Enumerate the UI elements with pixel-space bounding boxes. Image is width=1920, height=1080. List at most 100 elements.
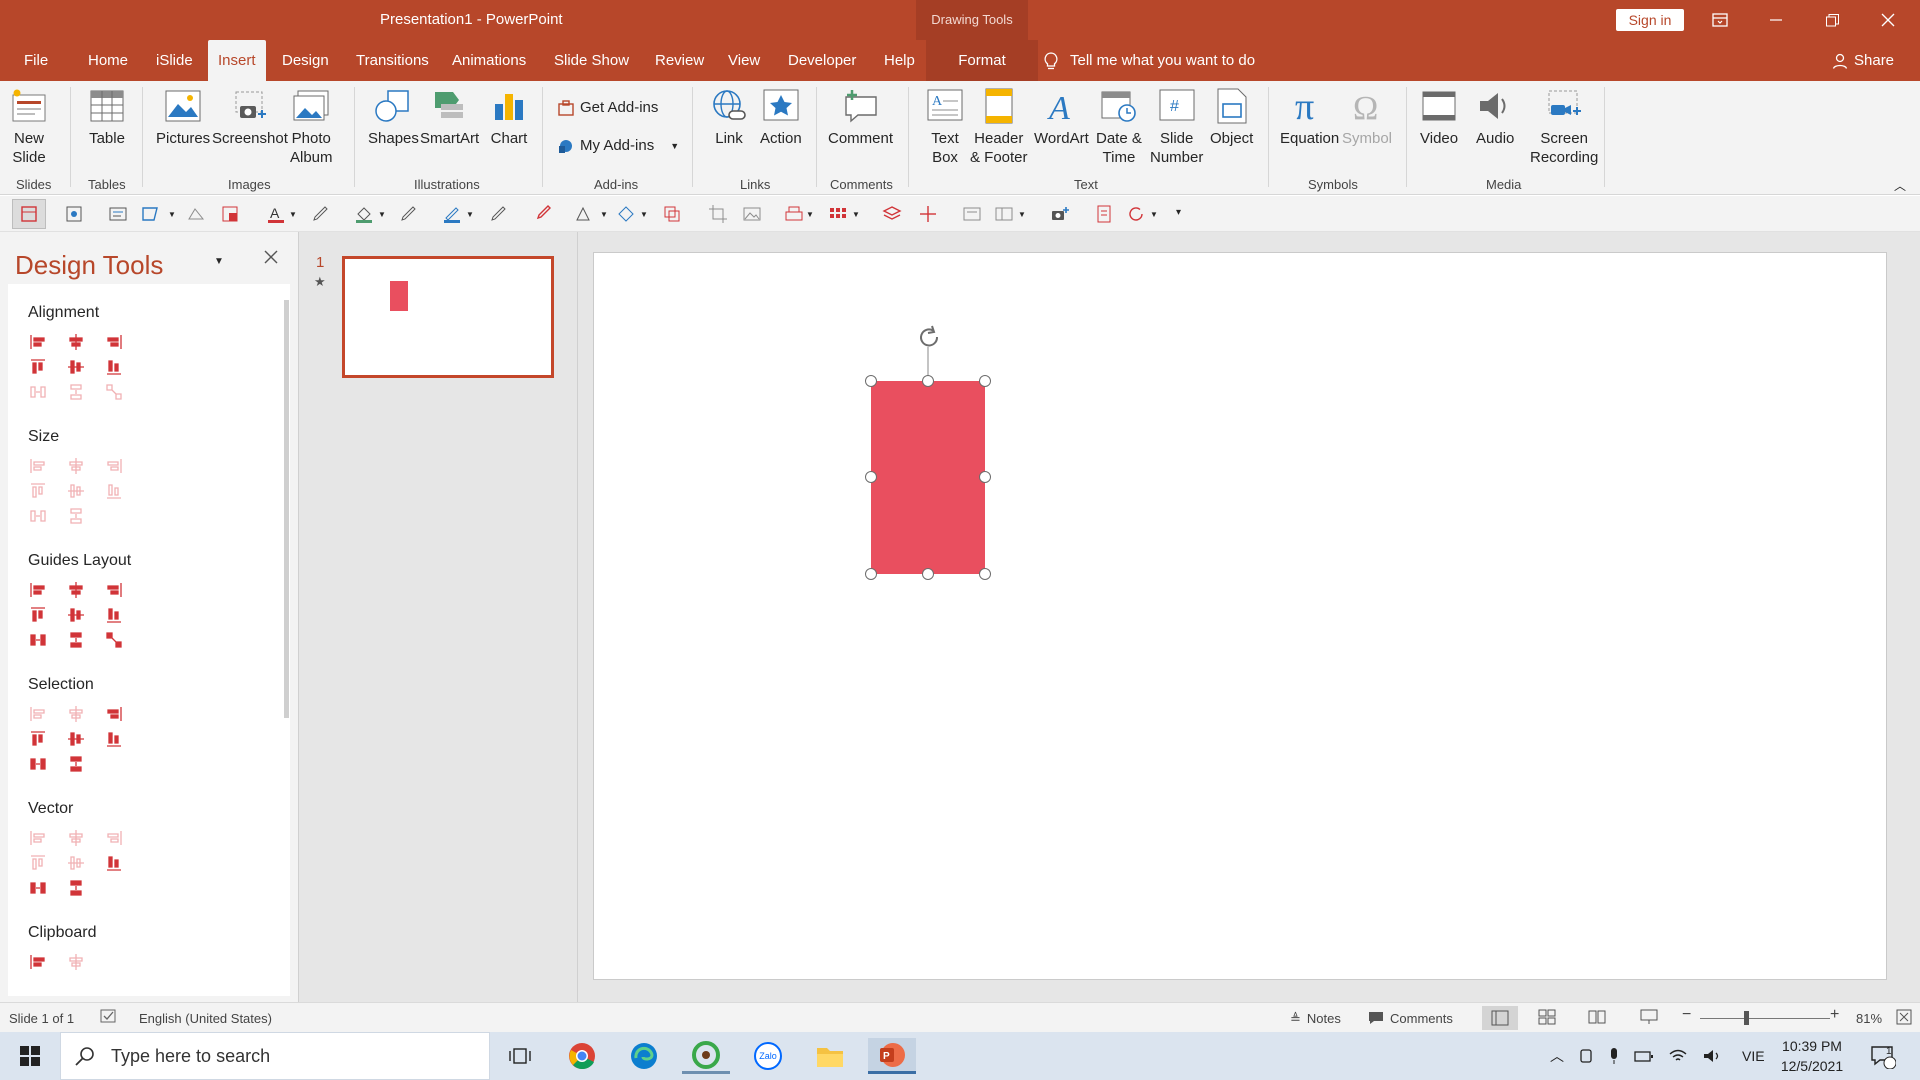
comments-button[interactable]: Comments xyxy=(1368,1011,1453,1026)
screenshot-button[interactable]: Screenshot xyxy=(212,87,288,148)
select-same-color-icon[interactable] xyxy=(66,729,86,749)
eyedropper-icon[interactable] xyxy=(310,204,330,224)
frame-icon[interactable] xyxy=(962,204,982,224)
stretch-horizontal-icon[interactable] xyxy=(66,506,86,526)
guide-fit-all-icon[interactable] xyxy=(104,630,124,650)
notification-center-icon[interactable]: 1 xyxy=(1870,1032,1896,1080)
slide-show-icon[interactable] xyxy=(1640,1009,1658,1028)
align-center-icon[interactable] xyxy=(66,332,86,352)
group-icon[interactable] xyxy=(28,754,48,774)
action-button[interactable]: Action xyxy=(760,87,802,148)
symbol-button[interactable]: Ω Symbol xyxy=(1342,87,1392,148)
zoom-level[interactable]: 81% xyxy=(1856,1011,1882,1026)
text-box-button[interactable]: A Text Box xyxy=(926,87,964,167)
zoom-slider-track[interactable] xyxy=(1700,1018,1830,1019)
match-height-icon[interactable] xyxy=(66,481,86,501)
pane-scrollbar[interactable] xyxy=(284,300,289,718)
my-addins-button[interactable]: My Add-ins ▼ xyxy=(558,137,679,154)
same-height-icon[interactable] xyxy=(66,456,86,476)
tab-help[interactable]: Help xyxy=(874,40,925,81)
align-middle-icon[interactable] xyxy=(66,357,86,377)
slide-thumbnail-1[interactable] xyxy=(342,256,554,378)
tab-slide-show[interactable]: Slide Show xyxy=(544,40,639,81)
refresh-icon[interactable] xyxy=(1126,204,1146,224)
table-button[interactable]: Table xyxy=(88,87,126,148)
volume-icon[interactable] xyxy=(1702,1048,1722,1064)
same-size-icon[interactable] xyxy=(104,456,124,476)
video-button[interactable]: Video xyxy=(1420,87,1458,148)
effects-icon[interactable] xyxy=(574,204,594,224)
link-button[interactable]: Link xyxy=(710,87,748,148)
chrome-icon[interactable] xyxy=(558,1038,606,1074)
tab-format[interactable]: Format xyxy=(926,40,1038,81)
tab-animations[interactable]: Animations xyxy=(442,40,536,81)
tab-insert[interactable]: Insert xyxy=(208,40,266,81)
brush-icon[interactable] xyxy=(532,204,552,224)
guide-bottom-icon[interactable] xyxy=(104,605,124,625)
tab-file[interactable]: File xyxy=(14,40,58,81)
ribbon-display-options-icon[interactable] xyxy=(1692,0,1748,40)
pen-tool-icon[interactable] xyxy=(66,878,86,898)
distribute-vertical-icon[interactable] xyxy=(66,382,86,402)
customize-toolbar-icon[interactable]: ▾ xyxy=(1176,207,1196,227)
chevron-down-icon[interactable]: ▼ xyxy=(640,210,660,230)
match-width-icon[interactable] xyxy=(28,481,48,501)
taskbar-search-box[interactable]: Type here to search xyxy=(60,1032,490,1080)
guide-left-icon[interactable] xyxy=(28,580,48,600)
notes-button[interactable]: ≜ Notes xyxy=(1290,1011,1341,1027)
font-color-icon[interactable]: A xyxy=(266,204,286,224)
tab-home[interactable]: Home xyxy=(78,40,138,81)
powerpoint-taskbar-icon[interactable]: P xyxy=(868,1038,916,1074)
eyedropper-outline-icon[interactable] xyxy=(488,204,508,224)
outline-color-icon[interactable] xyxy=(442,204,462,224)
pointer-icon[interactable] xyxy=(104,729,124,749)
change-shape-icon[interactable] xyxy=(616,204,636,224)
distribute-grid-icon[interactable] xyxy=(104,382,124,402)
eyedropper-fill-icon[interactable] xyxy=(398,204,418,224)
edit-points-icon[interactable] xyxy=(104,853,124,873)
chevron-down-icon[interactable]: ▼ xyxy=(1150,210,1170,230)
resize-handle-bottom-right[interactable] xyxy=(979,568,991,580)
same-width-icon[interactable] xyxy=(28,456,48,476)
crop-icon[interactable] xyxy=(220,204,240,224)
union-icon[interactable] xyxy=(28,828,48,848)
subtract-icon[interactable] xyxy=(66,853,86,873)
intersect-icon[interactable] xyxy=(28,853,48,873)
guide-fit-vertical-icon[interactable] xyxy=(66,630,86,650)
zoom-slider-thumb[interactable] xyxy=(1744,1011,1749,1025)
swap-size-icon[interactable] xyxy=(104,481,124,501)
tab-view[interactable]: View xyxy=(718,40,770,81)
slide-number-button[interactable]: # Slide Number xyxy=(1150,87,1203,167)
shape-outline-icon[interactable] xyxy=(140,204,160,224)
slide-sorter-icon[interactable] xyxy=(1538,1009,1556,1028)
guide-center-horizontal-icon[interactable] xyxy=(66,580,86,600)
header-footer-button[interactable]: Header & Footer xyxy=(970,87,1028,167)
collapse-ribbon-icon[interactable]: ︿ xyxy=(1894,177,1906,194)
tab-design[interactable]: Design xyxy=(272,40,339,81)
grid-icon[interactable] xyxy=(828,204,848,224)
guides-icon[interactable] xyxy=(918,204,938,224)
chevron-down-icon[interactable]: ▼ xyxy=(466,210,486,230)
fragment-icon[interactable] xyxy=(104,828,124,848)
selected-rectangle-shape[interactable] xyxy=(871,381,985,574)
resize-handle-top[interactable] xyxy=(922,375,934,387)
input-language[interactable]: VIE xyxy=(1742,1048,1765,1064)
tab-transitions[interactable]: Transitions xyxy=(346,40,439,81)
get-addins-button[interactable]: Get Add-ins xyxy=(558,99,658,116)
chevron-down-icon[interactable]: ▼ xyxy=(168,210,188,230)
comment-button[interactable]: Comment xyxy=(828,87,893,148)
notes-tool-icon[interactable] xyxy=(1094,204,1114,224)
guide-right-icon[interactable] xyxy=(104,580,124,600)
tab-islide[interactable]: iSlide xyxy=(146,40,203,81)
date-time-button[interactable]: Date & Time xyxy=(1096,87,1142,167)
select-same-size-icon[interactable] xyxy=(66,704,86,724)
wordart-button[interactable]: A WordArt xyxy=(1034,87,1089,148)
pane-options-chevron-icon[interactable]: ▼ xyxy=(214,256,224,267)
resize-handle-left[interactable] xyxy=(865,471,877,483)
restore-icon[interactable] xyxy=(1804,0,1860,40)
minimize-icon[interactable] xyxy=(1748,0,1804,40)
resize-handle-right[interactable] xyxy=(979,471,991,483)
layers-icon[interactable] xyxy=(882,204,902,224)
format-painter-icon[interactable] xyxy=(64,204,84,224)
chevron-down-icon[interactable]: ▼ xyxy=(289,210,309,230)
